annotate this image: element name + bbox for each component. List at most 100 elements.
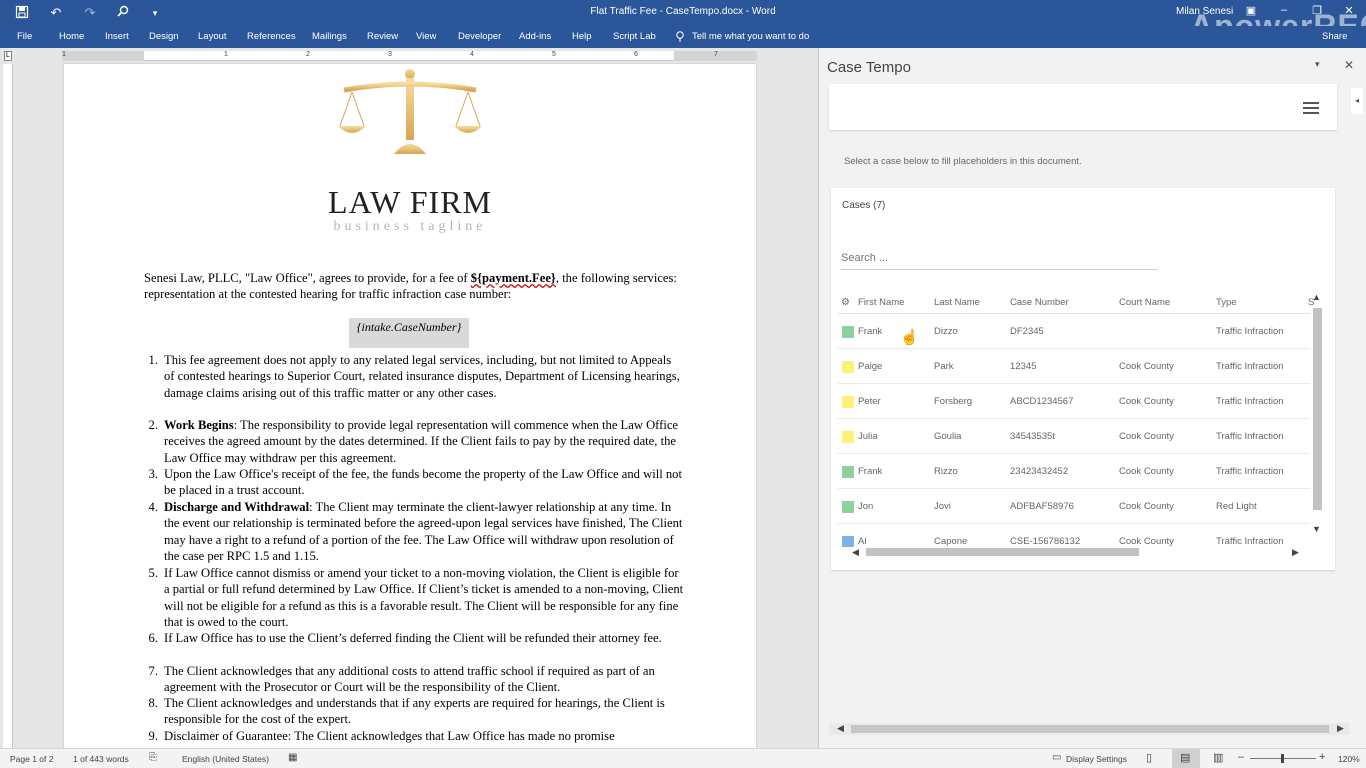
list-number: 4. xyxy=(148,500,158,514)
tell-me-search[interactable]: Tell me what you want to do xyxy=(692,31,809,42)
intro-text-a: Senesi Law, PLLC, "Law Office", agrees t… xyxy=(144,271,471,285)
list-item[interactable]: 3. Upon the Law Office's receipt of the f… xyxy=(149,466,684,499)
close-pane-icon[interactable]: ✕ xyxy=(1344,58,1354,72)
list-item[interactable]: 7. The Client acknowledges that any addit… xyxy=(149,663,684,696)
list-item[interactable]: 2. Work Begins: The responsibility to pro… xyxy=(149,417,684,466)
cell-type: Red Light xyxy=(1216,501,1257,512)
case-number-placeholder[interactable]: {intake.CaseNumber} xyxy=(349,318,469,348)
cell-case: ABCD1234567 xyxy=(1010,396,1074,407)
scroll-up-icon[interactable]: ▲ xyxy=(1312,292,1321,302)
tab-insert[interactable]: Insert xyxy=(105,31,129,42)
table-row[interactable]: Peter Forsberg ABCD1234567 Cook County T… xyxy=(838,384,1310,419)
zoom-out-icon[interactable]: – xyxy=(1238,751,1244,763)
cell-type: Traffic Infraction xyxy=(1216,536,1284,547)
list-item[interactable]: 8. The Client acknowledges and understand… xyxy=(149,695,684,728)
status-swatch xyxy=(842,501,854,513)
col-court-name[interactable]: Court Name xyxy=(1119,297,1170,308)
list-item[interactable]: 6. If Law Office has to use the Client’s … xyxy=(149,630,684,646)
hand-cursor-icon: ☝ xyxy=(900,329,919,346)
tab-layout[interactable]: Layout xyxy=(198,31,227,42)
tab-home[interactable]: Home xyxy=(59,31,84,42)
tab-references[interactable]: References xyxy=(247,31,296,42)
display-settings-button[interactable]: Display Settings xyxy=(1066,754,1127,764)
cell-court: Cook County xyxy=(1119,536,1174,547)
pane-scroll-right-icon[interactable]: ▶ xyxy=(1337,723,1344,734)
word-count[interactable]: 1 of 443 words xyxy=(73,754,129,764)
table-row[interactable]: Al Capone CSE-156786132 Cook County Traf… xyxy=(838,524,1310,547)
document-page[interactable]: LAW FIRM business tagline Senesi Law, PL… xyxy=(64,64,756,748)
table-horizontal-scrollbar[interactable] xyxy=(866,548,1139,556)
table-row[interactable]: Jon Jovi ADFBAF58976 Cook County Red Lig… xyxy=(838,489,1310,524)
zoom-slider-thumb[interactable] xyxy=(1281,754,1284,763)
cell-last: Rizzo xyxy=(934,466,958,477)
col-last-name[interactable]: Last Name xyxy=(934,297,980,308)
hamburger-menu-icon[interactable] xyxy=(1303,99,1319,117)
ruler-number: 5 xyxy=(552,51,556,58)
list-item[interactable]: 9. Disclaimer of Guarantee: The Client ac… xyxy=(149,728,684,744)
tab-file[interactable]: File xyxy=(17,31,32,42)
collapse-pane-icon[interactable]: ◂ xyxy=(1351,88,1363,114)
tab-help[interactable]: Help xyxy=(572,31,592,42)
read-mode-icon[interactable]: ▯ xyxy=(1146,751,1152,764)
ruler-number: 1 xyxy=(62,51,66,58)
cell-last: Goulia xyxy=(934,431,962,442)
share-button[interactable]: Share xyxy=(1322,31,1347,42)
scroll-right-icon[interactable]: ▶ xyxy=(1292,547,1299,558)
web-layout-icon[interactable]: ▥ xyxy=(1213,751,1223,764)
tab-stop-selector[interactable]: L xyxy=(4,51,12,61)
intro-paragraph[interactable]: Senesi Law, PLLC, "Law Office", agrees t… xyxy=(144,270,684,303)
scales-of-justice-logo xyxy=(338,69,482,154)
col-case-number[interactable]: Case Number xyxy=(1010,297,1069,308)
cell-case: 23423432452 xyxy=(1010,466,1069,477)
cell-court: Cook County xyxy=(1119,466,1174,477)
tab-review[interactable]: Review xyxy=(367,31,398,42)
col-first-name[interactable]: First Name xyxy=(858,297,904,308)
pane-scroll-left-icon[interactable]: ◀ xyxy=(837,723,844,734)
tab-developer[interactable]: Developer xyxy=(458,31,501,42)
column-settings-icon[interactable]: ⚙ xyxy=(841,297,850,308)
vertical-ruler[interactable] xyxy=(3,64,13,748)
list-item[interactable]: 1. This fee agreement does not apply to a… xyxy=(149,352,684,401)
print-layout-icon: ▤ xyxy=(1180,752,1191,764)
table-row[interactable]: Julia Goulia 34543535t Cook County Traff… xyxy=(838,419,1310,454)
list-item[interactable]: 5. If Law Office cannot dismiss or amend … xyxy=(149,565,684,630)
horizontal-ruler[interactable]: 1 1 2 3 4 5 6 7 xyxy=(62,51,757,61)
ribbon-tabs: File Home Insert Design Layout Reference… xyxy=(0,26,1366,48)
cell-last: Dizzo xyxy=(934,326,958,337)
ruler-number: 6 xyxy=(634,51,638,58)
cell-case: 12345 xyxy=(1010,361,1037,372)
col-type[interactable]: Type xyxy=(1216,297,1237,308)
zoom-level[interactable]: 120% xyxy=(1338,754,1360,764)
status-swatch xyxy=(842,396,854,408)
pane-horizontal-scrollbar[interactable]: ◀ ▶ xyxy=(829,723,1349,735)
window-title: Flat Traffic Fee - CaseTempo.docx - Word xyxy=(590,6,776,17)
list-text: The Client acknowledges and understands … xyxy=(164,696,665,727)
scroll-left-icon[interactable]: ◀ xyxy=(852,547,859,558)
pane-scroll-thumb[interactable] xyxy=(851,725,1329,733)
zoom-in-icon[interactable]: + xyxy=(1319,751,1325,763)
pane-options-icon[interactable]: ▾ xyxy=(1315,59,1320,70)
table-row[interactable]: Frank Rizzo 23423432452 Cook County Traf… xyxy=(838,454,1310,489)
payment-fee-field[interactable]: ${payment.Fee} xyxy=(471,271,556,285)
page-count[interactable]: Page 1 of 2 xyxy=(10,754,53,764)
tab-add-ins[interactable]: Add-ins xyxy=(519,31,551,42)
macro-record-icon[interactable]: ▦ xyxy=(288,752,297,763)
proofing-icon[interactable]: ⎘ xyxy=(149,752,157,763)
tab-script-lab[interactable]: Script Lab xyxy=(613,31,656,42)
cell-court: Cook County xyxy=(1119,396,1174,407)
table-vertical-scrollbar[interactable] xyxy=(1313,308,1322,510)
cell-first: Julia xyxy=(858,431,878,442)
table-row[interactable]: Paige Park 12345 Cook County Traffic Inf… xyxy=(838,349,1310,384)
tab-mailings[interactable]: Mailings xyxy=(312,31,347,42)
cell-last: Jovi xyxy=(934,501,951,512)
ruler-number: 7 xyxy=(714,51,718,58)
cell-first: Frank xyxy=(858,466,883,477)
scroll-down-icon[interactable]: ▼ xyxy=(1312,524,1321,534)
search-input[interactable] xyxy=(841,246,1157,270)
tab-design[interactable]: Design xyxy=(149,31,179,42)
list-text: : The responsibility to provide legal re… xyxy=(164,418,679,465)
list-item[interactable]: 4. Discharge and Withdrawal: The Client m… xyxy=(149,499,684,564)
tab-view[interactable]: View xyxy=(416,31,436,42)
display-settings-icon[interactable]: ▭ xyxy=(1052,752,1061,763)
language[interactable]: English (United States) xyxy=(182,754,269,764)
